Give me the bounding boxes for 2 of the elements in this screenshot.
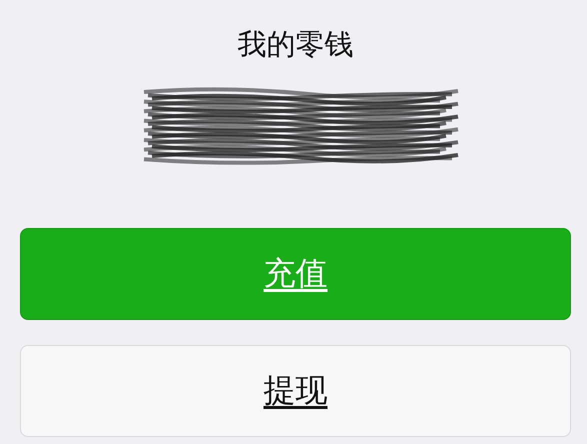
withdraw-button[interactable]: 提现 xyxy=(20,345,571,437)
page-title: 我的零钱 xyxy=(238,26,354,63)
